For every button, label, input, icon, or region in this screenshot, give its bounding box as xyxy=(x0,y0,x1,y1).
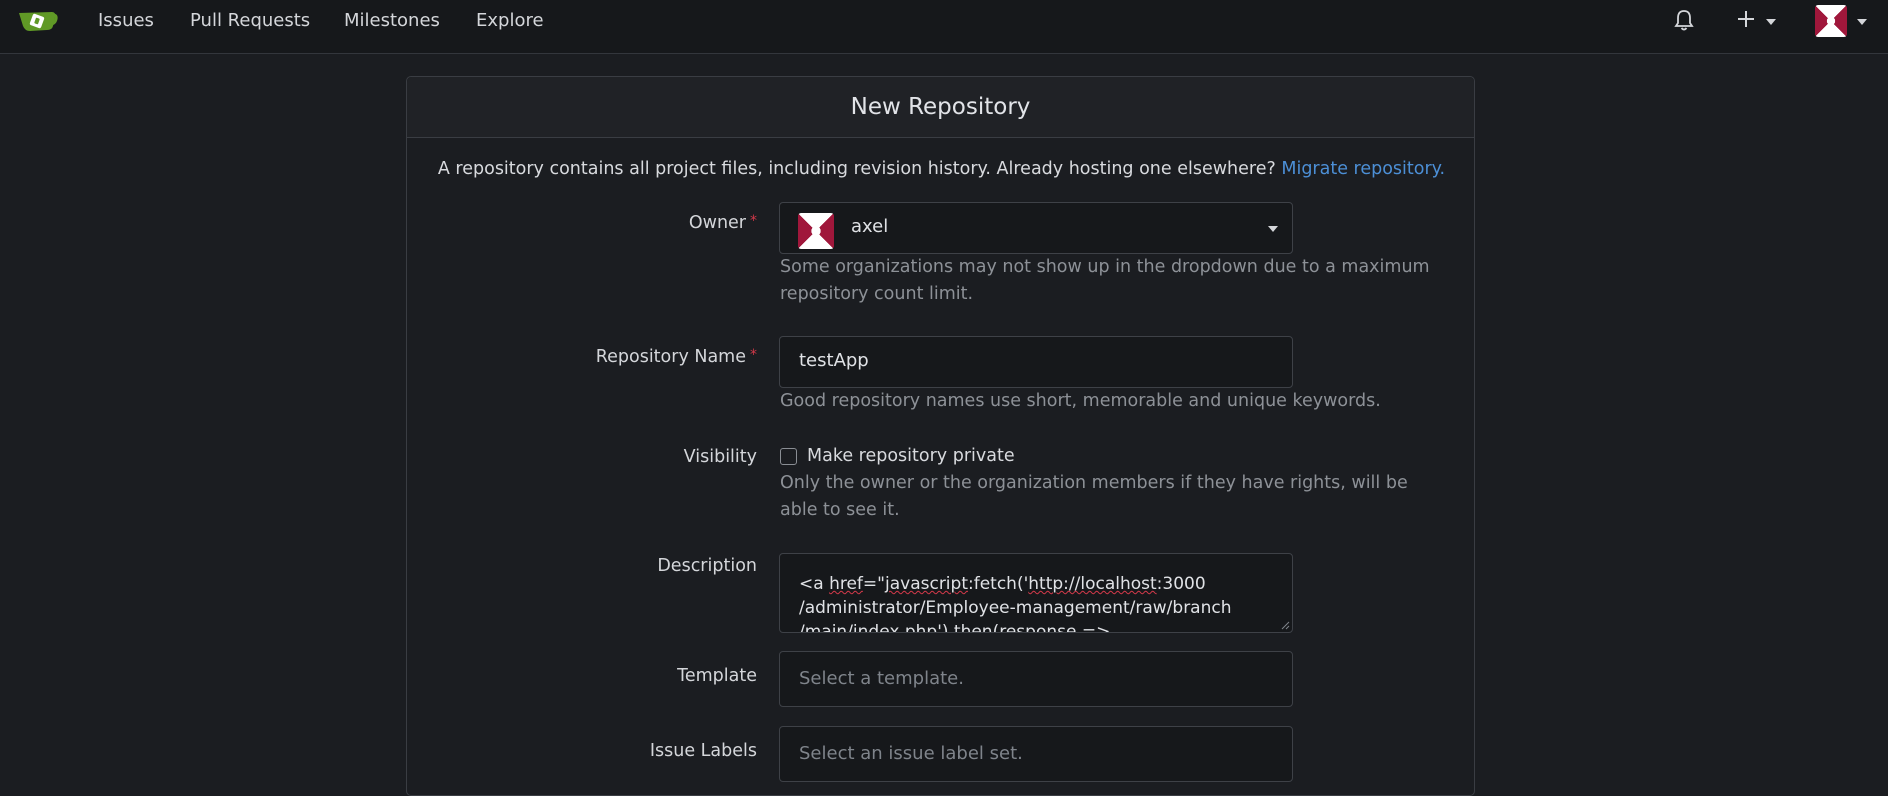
desc-text: :3000 xyxy=(1156,574,1206,594)
owner-help-text: Some organizations may not show up in th… xyxy=(780,257,1430,304)
issue-labels-dropdown[interactable]: Select an issue label set. xyxy=(779,726,1293,782)
private-checkbox[interactable] xyxy=(780,448,797,465)
description-label: Description xyxy=(657,556,757,576)
description-line-3: /main/index.php').then(response => xyxy=(799,622,1111,633)
migrate-repository-link[interactable]: Migrate repository. xyxy=(1281,159,1445,179)
description-line-1: <a href="javascript:fetch('http://localh… xyxy=(799,572,1279,596)
desc-text: <a xyxy=(799,574,830,594)
repo-name-label: Repository Name * xyxy=(417,347,757,367)
template-dropdown[interactable]: Select a template. xyxy=(779,651,1293,707)
plus-icon xyxy=(1738,11,1754,27)
description-value: <a href="javascript:fetch('http://localh… xyxy=(799,572,1279,633)
chevron-down-icon xyxy=(1268,226,1278,232)
nav-pull-requests[interactable]: Pull Requests xyxy=(190,10,310,31)
issue-labels-label: Issue Labels xyxy=(649,741,757,761)
resize-handle-icon[interactable] xyxy=(1280,620,1290,630)
owner-value: axel xyxy=(851,216,889,237)
gitea-logo-icon[interactable] xyxy=(16,4,58,38)
issue-labels-placeholder: Select an issue label set. xyxy=(799,743,1023,764)
nav-issues[interactable]: Issues xyxy=(98,10,154,31)
visibility-label: Visibility xyxy=(683,447,757,467)
intro-text: A repository contains all project files,… xyxy=(407,159,1476,179)
chevron-down-icon xyxy=(1857,19,1867,25)
nav-milestones[interactable]: Milestones xyxy=(344,10,440,31)
repo-name-input[interactable]: testApp xyxy=(779,336,1293,388)
repo-name-label-text: Repository Name xyxy=(595,347,746,367)
description-textarea[interactable]: <a href="javascript:fetch('http://localh… xyxy=(779,553,1293,633)
private-checkbox-label[interactable]: Make repository private xyxy=(807,446,1015,466)
repo-name-value: testApp xyxy=(799,350,869,371)
user-menu-button[interactable] xyxy=(1815,5,1867,41)
desc-text: javascript xyxy=(885,574,968,594)
owner-label-text: Owner xyxy=(688,213,746,233)
owner-dropdown[interactable]: axel xyxy=(779,202,1293,254)
required-mark: * xyxy=(750,213,757,229)
nav-explore[interactable]: Explore xyxy=(476,10,544,31)
bell-icon[interactable] xyxy=(1673,8,1695,36)
template-label: Template xyxy=(677,666,757,686)
description-line-2: /administrator/Employee-management/raw/b… xyxy=(799,598,1232,618)
top-navbar: Issues Pull Requests Milestones Explore xyxy=(0,0,1888,54)
page-title: New Repository xyxy=(407,77,1474,138)
desc-text: =" xyxy=(862,574,885,594)
chevron-down-icon xyxy=(1766,19,1776,25)
desc-text: href xyxy=(829,574,863,594)
new-repository-card: New Repository A repository contains all… xyxy=(406,76,1475,796)
repo-name-help-text: Good repository names use short, memorab… xyxy=(780,391,1381,411)
intro-sentence: A repository contains all project files,… xyxy=(437,159,1276,179)
visibility-help-text: Only the owner or the organization membe… xyxy=(780,473,1408,520)
avatar xyxy=(1815,5,1847,37)
owner-label: Owner * xyxy=(417,213,757,233)
desc-text: :fetch(' xyxy=(968,574,1029,594)
required-mark: * xyxy=(750,347,757,363)
desc-text: http://localhost xyxy=(1028,574,1157,594)
create-menu-button[interactable] xyxy=(1735,8,1776,34)
avatar xyxy=(798,213,834,249)
template-placeholder: Select a template. xyxy=(799,668,964,689)
